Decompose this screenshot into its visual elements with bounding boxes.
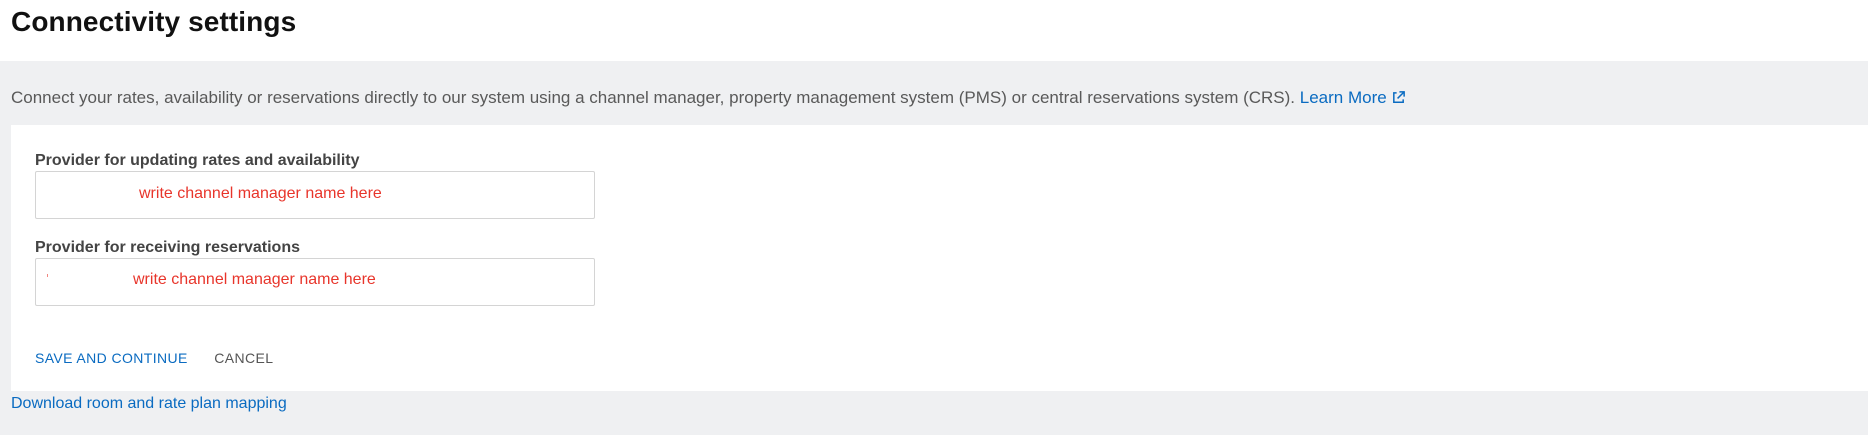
page-title: Connectivity settings: [11, 6, 297, 37]
download-mapping-link[interactable]: Download room and rate plan mapping: [11, 395, 287, 413]
cancel-button[interactable]: CANCEL: [214, 350, 273, 366]
form-actions: SAVE AND CONTINUE CANCEL: [35, 350, 273, 368]
rates-provider-value: write channel manager name here: [139, 185, 382, 202]
learn-more-label: Learn More: [1299, 88, 1387, 107]
redaction-mark: [47, 274, 48, 277]
external-link-icon: [1392, 91, 1405, 103]
reservations-provider-value: write channel manager name here: [133, 271, 376, 288]
connectivity-form-card: Provider for updating rates and availabi…: [11, 125, 1868, 391]
save-and-continue-button[interactable]: SAVE AND CONTINUE: [35, 350, 188, 366]
intro-description: Connect your rates, availability or rese…: [11, 88, 1406, 108]
reservations-provider-field[interactable]: write channel manager name here: [35, 258, 595, 306]
reservations-provider-label: Provider for receiving reservations: [35, 239, 300, 256]
intro-text: Connect your rates, availability or rese…: [11, 88, 1296, 107]
rates-provider-field[interactable]: write channel manager name here: [35, 171, 595, 219]
page-header: Connectivity settings: [0, 0, 1868, 61]
learn-more-link[interactable]: Learn More: [1300, 88, 1406, 107]
rates-provider-label: Provider for updating rates and availabi…: [35, 152, 360, 169]
